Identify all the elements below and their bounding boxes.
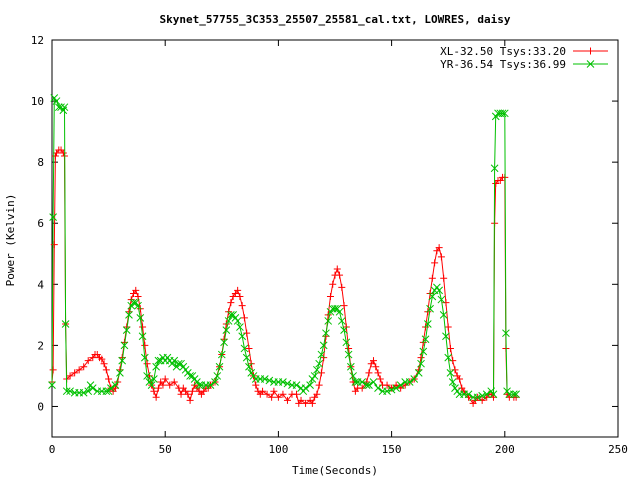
data-point bbox=[134, 293, 142, 301]
data-point bbox=[333, 265, 341, 273]
data-point bbox=[274, 393, 282, 401]
data-point bbox=[263, 390, 271, 398]
data-point bbox=[71, 369, 79, 377]
x-tick-label: 50 bbox=[159, 443, 172, 456]
data-point bbox=[236, 323, 244, 331]
data-point bbox=[236, 293, 244, 301]
data-point bbox=[372, 363, 380, 371]
data-point bbox=[154, 384, 162, 392]
data-point bbox=[143, 360, 151, 368]
series-1 bbox=[48, 146, 520, 407]
series-2 bbox=[48, 94, 520, 402]
data-point bbox=[376, 375, 384, 383]
y-tick-label: 2 bbox=[37, 339, 44, 352]
data-point bbox=[141, 341, 149, 349]
data-point bbox=[374, 369, 382, 377]
data-point bbox=[336, 271, 344, 279]
data-point bbox=[442, 299, 450, 307]
data-point bbox=[338, 283, 346, 291]
data-point bbox=[417, 354, 425, 362]
data-point bbox=[227, 299, 235, 307]
x-tick-label: 100 bbox=[268, 443, 288, 456]
data-point bbox=[449, 357, 457, 365]
data-point bbox=[186, 396, 194, 404]
series-line bbox=[51, 96, 517, 398]
x-tick-label: 250 bbox=[608, 443, 628, 456]
data-point bbox=[51, 152, 59, 160]
data-point bbox=[188, 387, 196, 395]
data-point bbox=[358, 384, 366, 392]
data-point bbox=[301, 384, 310, 392]
data-point bbox=[315, 381, 323, 389]
data-point bbox=[444, 323, 452, 331]
plot-frame bbox=[51, 39, 619, 438]
data-point bbox=[317, 369, 325, 377]
data-point bbox=[326, 293, 334, 301]
chart: Skynet_57755_3C353_25507_25581_cal.txt, … bbox=[4, 13, 628, 477]
data-point bbox=[252, 381, 260, 389]
data-point bbox=[337, 317, 346, 325]
data-point bbox=[345, 344, 353, 352]
data-point bbox=[329, 280, 337, 288]
x-tick-label: 200 bbox=[495, 443, 515, 456]
data-point bbox=[177, 390, 185, 398]
data-point bbox=[340, 302, 348, 310]
data-point bbox=[152, 393, 160, 401]
data-point bbox=[349, 372, 357, 380]
data-point bbox=[313, 365, 321, 374]
data-point bbox=[446, 344, 454, 352]
data-point bbox=[435, 286, 443, 295]
legend: XL-32.50 Tsys:33.20YR-36.54 Tsys:36.99 bbox=[440, 45, 608, 71]
data-point bbox=[75, 366, 83, 374]
data-point bbox=[369, 378, 378, 386]
data-point bbox=[448, 378, 457, 386]
data-point bbox=[105, 375, 113, 383]
x-tick-label: 0 bbox=[49, 443, 56, 456]
data-point bbox=[302, 399, 310, 407]
legend-marker bbox=[587, 47, 594, 55]
data-point bbox=[335, 307, 344, 316]
data-point bbox=[88, 384, 97, 392]
legend-label: YR-36.54 Tsys:36.99 bbox=[440, 58, 566, 71]
series-group bbox=[48, 94, 520, 407]
data-point bbox=[306, 381, 314, 389]
data-point bbox=[243, 329, 251, 337]
data-point bbox=[268, 393, 276, 401]
data-point bbox=[84, 357, 92, 365]
data-point bbox=[242, 353, 251, 362]
y-tick-label: 4 bbox=[37, 278, 44, 291]
y-tick-label: 8 bbox=[37, 156, 44, 169]
data-point bbox=[437, 253, 445, 261]
data-point bbox=[238, 302, 246, 310]
y-tick-label: 6 bbox=[37, 217, 44, 230]
data-point bbox=[315, 359, 324, 368]
data-point bbox=[233, 317, 242, 325]
data-point bbox=[139, 323, 147, 331]
x-axis-label: Time(Seconds) bbox=[292, 464, 378, 477]
chart-title: Skynet_57755_3C353_25507_25581_cal.txt, … bbox=[160, 13, 511, 26]
y-tick-label: 12 bbox=[31, 34, 44, 47]
data-point bbox=[451, 366, 459, 374]
legend-label: XL-32.50 Tsys:33.20 bbox=[440, 45, 566, 58]
data-point bbox=[431, 259, 439, 267]
data-point bbox=[374, 384, 382, 392]
data-point bbox=[293, 390, 301, 398]
y-tick-label: 10 bbox=[31, 95, 44, 108]
data-point bbox=[440, 274, 448, 282]
data-point bbox=[428, 274, 436, 282]
data-point bbox=[49, 366, 57, 374]
data-point bbox=[150, 387, 158, 395]
data-point bbox=[279, 390, 287, 398]
data-point bbox=[365, 369, 373, 377]
y-tick-label: 0 bbox=[37, 400, 44, 413]
data-point bbox=[240, 314, 248, 322]
axis-ticks: 0 50 100 150 200 250 0 2 4 6 8 10 12 bbox=[31, 34, 628, 456]
y-axis-label: Power (Kelvin) bbox=[4, 194, 17, 287]
x-tick-label: 150 bbox=[382, 443, 402, 456]
data-point bbox=[170, 356, 179, 365]
data-point bbox=[102, 366, 110, 374]
data-point bbox=[310, 372, 319, 380]
data-point bbox=[161, 375, 169, 383]
